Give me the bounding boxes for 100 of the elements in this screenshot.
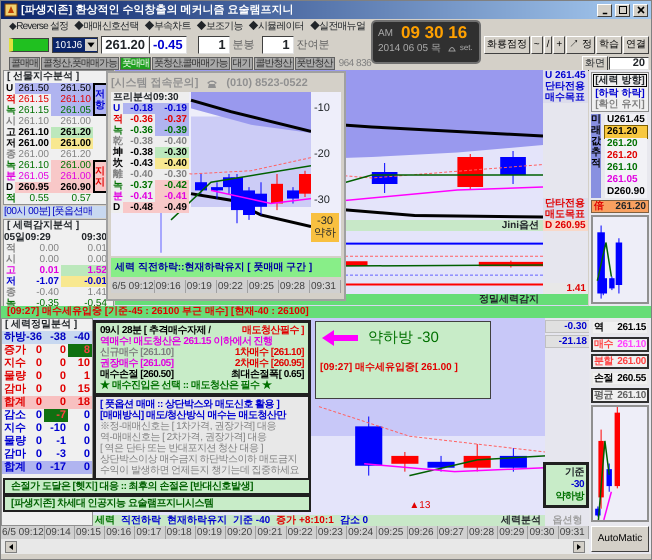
panel-title: [ 세력정밀분석 ] [4,319,78,331]
table-cell-text: 15 [76,383,91,396]
candlestick [457,154,484,190]
column-header: 09:30 [80,232,108,243]
column-header: -40 [68,331,92,344]
row-label: 감소 [3,409,26,422]
table-cell: -7 [44,409,68,422]
base-label: 기준 [564,467,584,479]
row-label: 乾 [113,136,123,147]
table-cell-text: 261.00 [59,116,92,127]
signal-chip: 콜반청산 [254,56,294,70]
automatic-button[interactable]: AutoMatic [591,526,649,552]
footer-note: [파생지존] 차세대 인공지능 요술램프지니시스템 [3,495,311,512]
track-label: 미래값추적 [591,114,601,198]
table-cell: -0.19 [155,103,189,114]
table-cell-text: 0.57 [70,193,92,204]
row-label: 坎 [112,158,123,169]
direction-status: [확인 유지] [594,99,646,110]
price-label: 단타전용 매수목표 [543,81,588,103]
toolbar-button[interactable]: ~ [530,36,543,54]
candlestick [500,150,526,184]
candlestick [427,455,455,472]
column-header: -38 [44,331,68,344]
toolbar-button[interactable]: / [544,36,552,54]
toolbar-button[interactable]: + [553,36,566,54]
table-cell-text: 261.10 [17,116,50,127]
table-cell: 0 [44,396,68,409]
minimize-icon [600,12,608,14]
menu-item[interactable]: ◆부속차트 [144,21,191,32]
table-cell-text: 0 [58,344,67,357]
time-label: 6/5 09:12 [111,280,155,293]
callout-message: [09:27] 매수세유입중[ 261.00 ] [320,362,459,373]
toolbar-button[interactable]: 화룡점정 [484,36,530,54]
status-text: 직전하락 [121,515,161,526]
notice-text: [ 풋옵션 매매 :: 상단박스와 매도신호 활용 ] [100,399,280,410]
table-cell-text: -0.41 [129,191,154,202]
table-cell: -0.42 [155,180,189,191]
popup-footer: 세력 직전하락::현재하락유지 [ 풋매매 구간 ] [111,258,341,277]
info-text: 역매수! 매도청산은 261.15 이하에서 진행 [100,336,273,347]
maximize-icon [618,6,626,14]
remaining-field[interactable]: 1 [262,36,294,54]
toolbar-button[interactable]: ↗ 정 [566,36,595,54]
row-label: 저 [5,138,15,149]
table-cell: 8 [68,344,92,357]
table-cell-text: 261.10 [17,160,50,171]
table-cell: 261.00 [51,160,93,171]
track-value: 261.20 [607,126,638,137]
horizontal-scrollbar[interactable] [1,539,589,554]
row-label: 지수 [3,422,26,435]
price-label: U 261.45 [543,70,588,81]
toolbar-button[interactable]: 학습 [596,36,622,54]
row-label: 離 [112,169,123,180]
column-header: 하방 [2,331,26,344]
row-label: 저 [5,276,16,287]
table-cell: -0.40 [155,158,189,169]
table-cell-text: 0.00 [38,254,60,265]
table-cell: 261.50 [15,83,51,94]
close-icon [636,6,644,14]
close-button[interactable] [633,4,648,16]
signal-chip: 대기 [230,56,253,70]
toolbar-button[interactable]: 연결 [623,36,649,54]
row-label: 적 [5,193,15,204]
track-value: 261.20 [607,138,638,149]
row-label: 고 [5,265,16,276]
interval-unit: 분봉 [232,38,255,52]
menu-item[interactable]: ◆실전매뉴얼 [310,21,366,32]
maximize-button[interactable] [615,4,630,16]
row-label: 녹 [112,180,123,191]
menu-item[interactable]: ◆매매신호선택 [74,21,139,32]
menu-item[interactable]: ◆보조기능 [196,21,243,32]
candlestick [464,444,491,472]
table-cell-text: 0 [58,370,67,383]
table-cell-text: 261.00 [17,138,50,149]
track-value: D260.90 [607,186,645,197]
signal-chip: 풋매매 [120,56,151,70]
screen-field[interactable]: 20 [609,56,649,70]
order-value: 261.10 [617,390,646,401]
popup-title: [시스템 접속문의] [111,77,198,90]
signal-chip: 콜매매 [9,56,40,70]
table-cell-text: -0.40 [163,136,188,147]
notice-text: ※정-매매신호는 [ 1차가격, 권장가격] 대응 [100,421,277,432]
menu-item[interactable]: ◆시뮬레이터 [248,21,304,32]
signal-chip: 풋청산,콜매매가능 [152,56,230,70]
table-cell-text: 261.20 [59,149,92,160]
table-cell-text: -0.38 [129,136,154,147]
interval-field[interactable]: 1 [198,36,230,54]
time-label: 09:16 [154,280,186,293]
order-label: 매수 [594,339,614,350]
table-cell-text: 0.00 [38,243,60,254]
table-cell: -0.18 [123,103,155,114]
symbol-dropdown[interactable]: 101J6 [52,37,98,53]
menu-item[interactable]: ◆Reverse 설정 [9,21,68,32]
table-cell-text: 1 [82,370,91,383]
row-label: 물량 [3,370,26,383]
column-header: 05일09:29 [4,232,52,243]
minimize-button[interactable] [597,4,612,16]
row-label: 녹 [5,160,15,171]
info-text: 1차매수 [261.10] [234,347,304,358]
table-cell: 260.90 [51,182,93,193]
reading-label: 1.41 [543,283,588,294]
